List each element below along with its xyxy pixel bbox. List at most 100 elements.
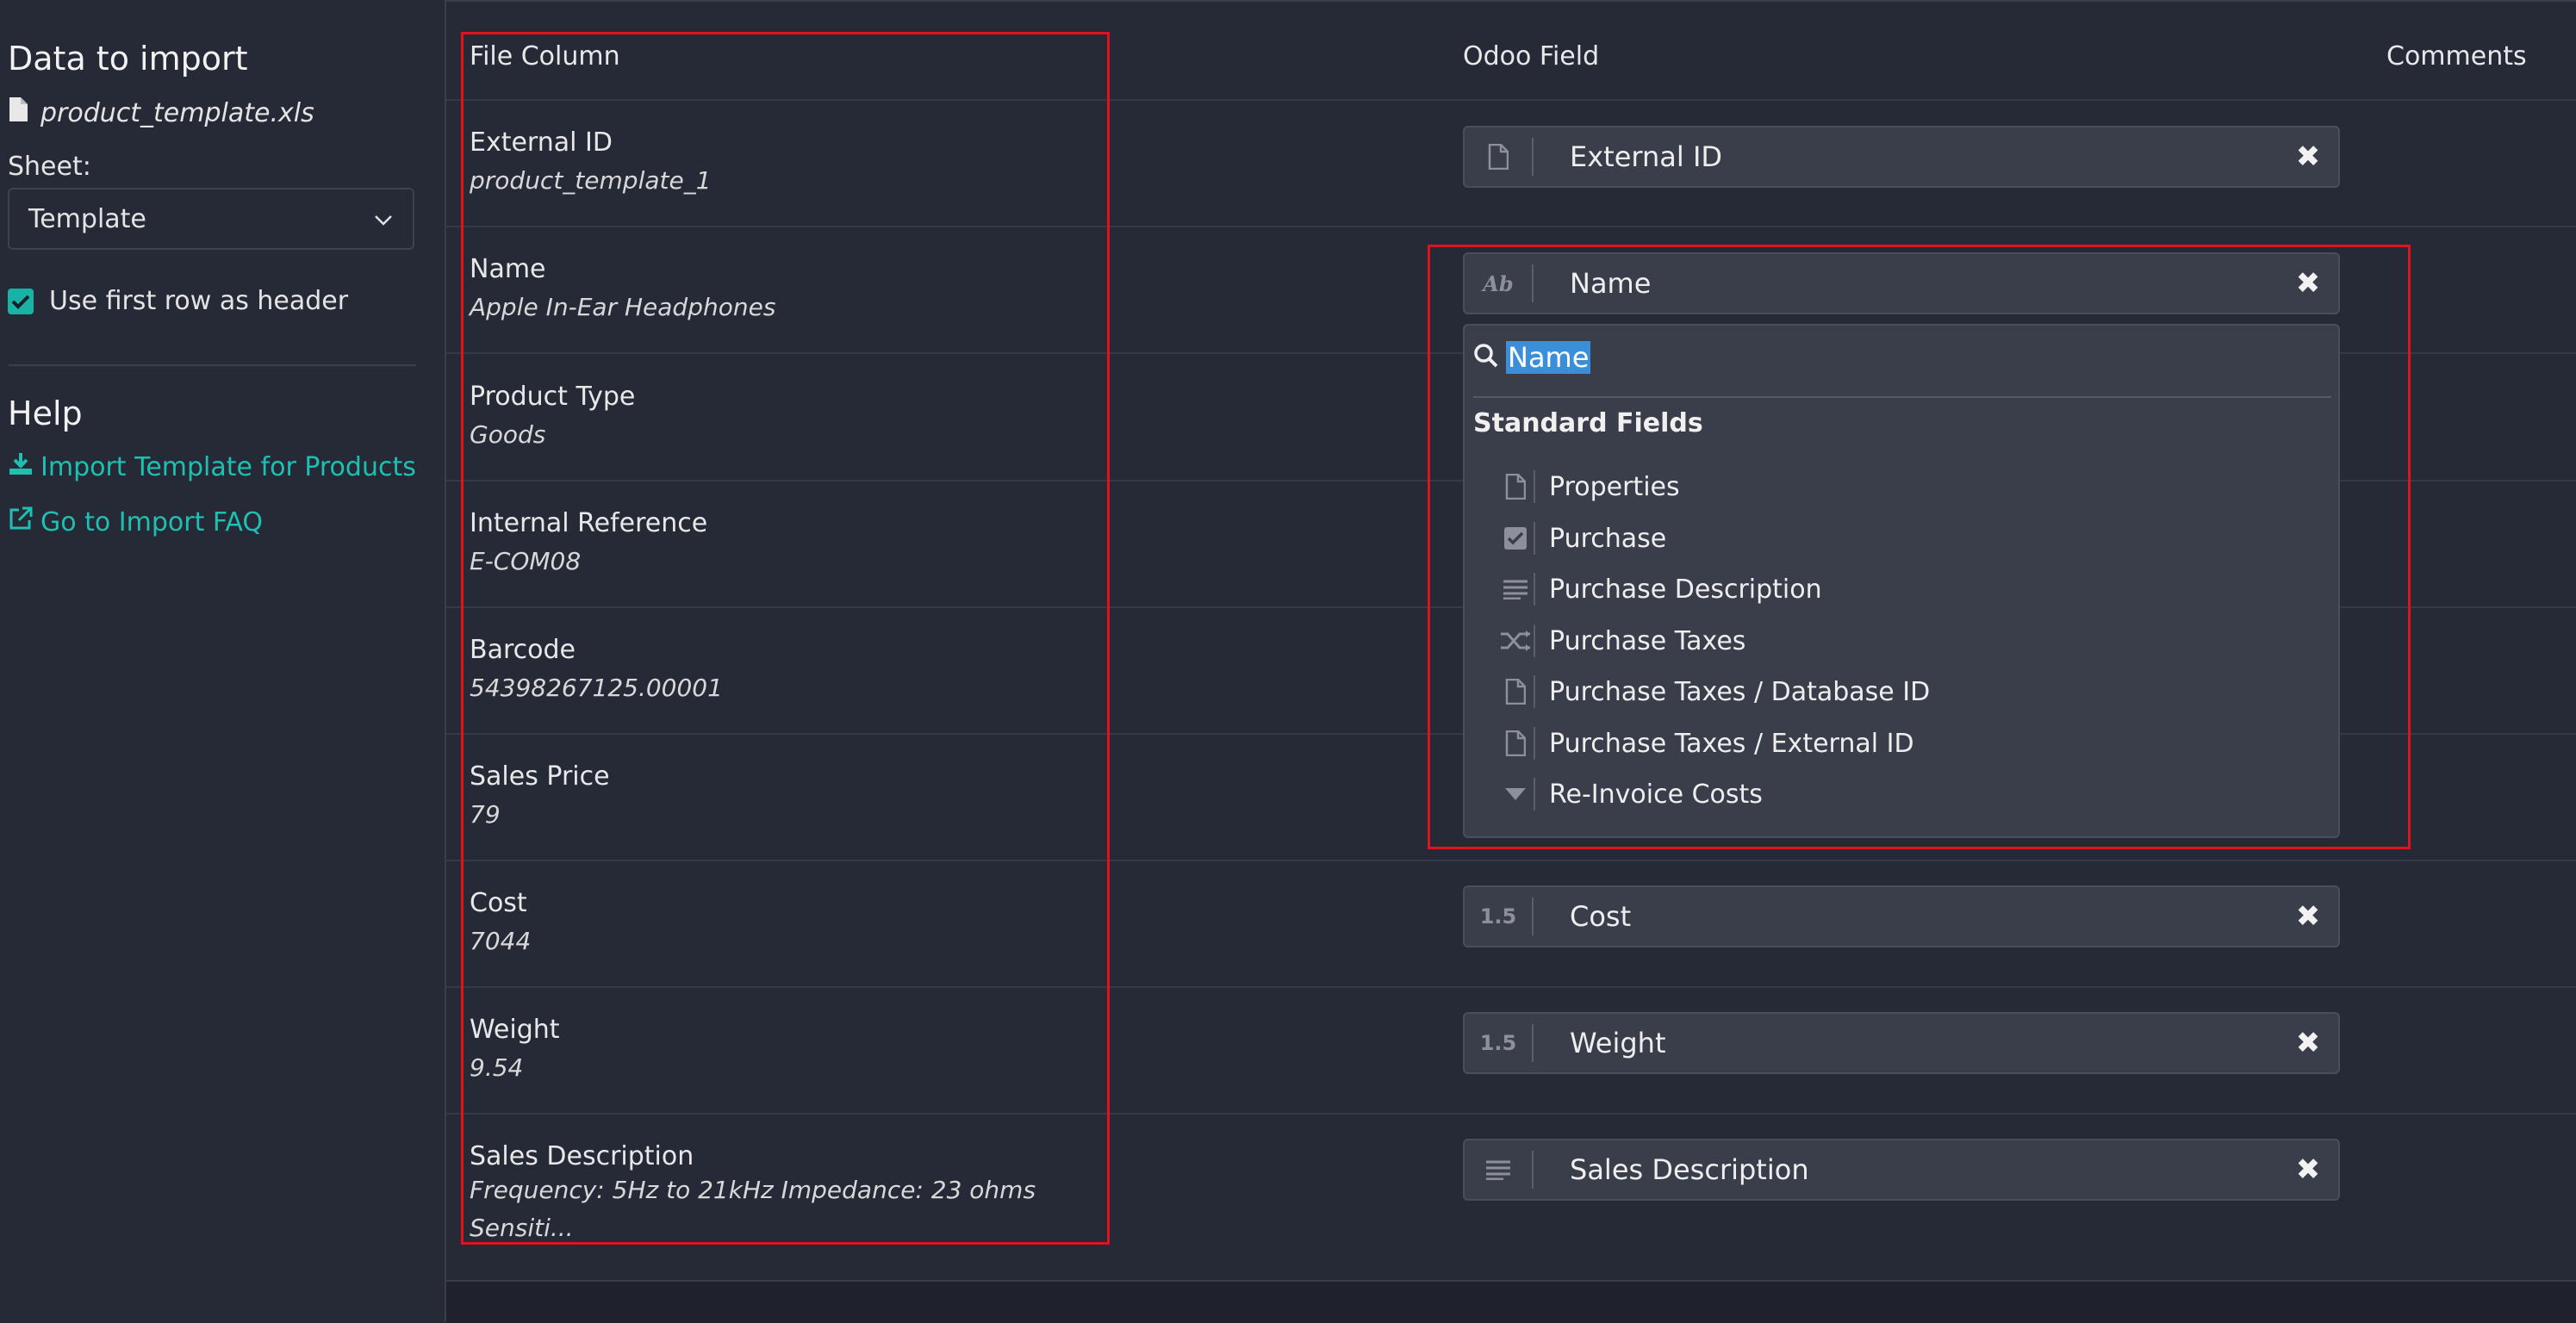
- file-column-sample: Apple In-Ear Headphones: [470, 293, 776, 321]
- file-icon: [1465, 138, 1534, 176]
- sheet-select[interactable]: Template: [8, 188, 414, 250]
- sheet-label: Sheet:: [8, 152, 91, 182]
- dropdown-item-purchase-description[interactable]: Purchase Description: [1497, 568, 1822, 611]
- dropdown-item-purchase-taxes-database-id[interactable]: Purchase Taxes / Database ID: [1497, 670, 1930, 713]
- header-comments: Comments: [2386, 41, 2527, 71]
- file-column-sample: 54398267125.00001: [470, 674, 723, 702]
- file-column-label: Barcode: [470, 635, 576, 665]
- odoo-field-value: External ID: [1570, 140, 1723, 173]
- table-row: Weight 9.54: [470, 1015, 560, 1082]
- dropdown-item-label: Purchase Taxes / Database ID: [1549, 676, 1931, 707]
- odoo-field-value: Sales Description: [1570, 1153, 1809, 1186]
- import-template-link[interactable]: Import Template for Products: [8, 451, 416, 482]
- help-title: Help: [8, 394, 83, 432]
- row-divider: [446, 860, 2576, 861]
- file-icon: [1497, 675, 1535, 708]
- row-divider: [446, 226, 2576, 227]
- dropdown-item-properties[interactable]: Properties: [1497, 465, 1680, 508]
- clear-field-icon[interactable]: ✖: [2278, 899, 2338, 934]
- file-column-label: Cost: [470, 888, 527, 918]
- table-row: Sales Price 79: [470, 761, 610, 829]
- file-column-label: Weight: [470, 1015, 560, 1045]
- bottom-strip: [446, 1280, 2576, 1323]
- sheet-select-value: Template: [28, 203, 146, 234]
- table-row: Sales Description Frequency: 5Hz to 21kH…: [470, 1141, 1090, 1247]
- text-lines-icon: [1465, 1151, 1534, 1189]
- odoo-field-select[interactable]: Ab Name ✖: [1463, 252, 2340, 314]
- odoo-field-select[interactable]: External ID ✖: [1463, 126, 2340, 188]
- table-row: Product Type Goods: [470, 382, 635, 449]
- dropdown-item-purchase-taxes[interactable]: Purchase Taxes: [1497, 619, 1745, 662]
- row-divider: [446, 986, 2576, 988]
- dropdown-item-label: Re-Invoice Costs: [1549, 779, 1763, 810]
- table-row: Cost 7044: [470, 888, 531, 955]
- text-lines-icon: [1497, 573, 1535, 606]
- file-icon: [1497, 727, 1535, 760]
- odoo-field-select[interactable]: 1.5 Cost ✖: [1463, 885, 2340, 947]
- file-icon: [1497, 470, 1535, 503]
- header-checkbox[interactable]: [8, 288, 34, 314]
- file-column-sample: E-COM08: [470, 547, 582, 575]
- caret-down-icon: [1497, 778, 1535, 811]
- import-faq-link[interactable]: Go to Import FAQ: [8, 506, 263, 538]
- dropdown-search[interactable]: Name: [1473, 341, 1591, 374]
- header-checkbox-label: Use first row as header: [49, 286, 349, 316]
- sidebar-divider: [8, 364, 416, 366]
- clear-field-icon[interactable]: ✖: [2278, 1152, 2338, 1187]
- clear-field-icon[interactable]: ✖: [2278, 1026, 2338, 1060]
- table-row: Name Apple In-Ear Headphones: [470, 254, 775, 321]
- odoo-field-value: Name: [1570, 267, 1652, 300]
- dropdown-item-label: Purchase Taxes: [1549, 625, 1746, 656]
- file-column-label: Sales Description: [470, 1141, 694, 1171]
- row-divider: [446, 1113, 2576, 1115]
- file-column-label: Name: [470, 254, 546, 284]
- file-column-sample: Goods: [470, 420, 546, 449]
- dropdown-item-purchase-taxes-external-id[interactable]: Purchase Taxes / External ID: [1497, 722, 1914, 765]
- header-odoo-field: Odoo Field: [1463, 41, 1600, 71]
- file-column-sample: Frequency: 5Hz to 21kHz Impedance: 23 oh…: [470, 1176, 1036, 1242]
- dropdown-item-label: Properties: [1549, 471, 1680, 502]
- table-row: Barcode 54398267125.00001: [470, 635, 723, 702]
- dropdown-item-label: Purchase Taxes / External ID: [1549, 728, 1914, 759]
- odoo-field-select[interactable]: 1.5 Weight ✖: [1463, 1012, 2340, 1074]
- dropdown-item-label: Purchase Description: [1549, 574, 1822, 605]
- file-name: product_template.xls: [40, 97, 314, 128]
- first-row-header-option[interactable]: Use first row as header: [8, 286, 348, 316]
- clear-field-icon[interactable]: ✖: [2278, 266, 2338, 301]
- float-icon: 1.5: [1465, 898, 1534, 935]
- external-link-icon: [8, 506, 34, 538]
- sidebar: Data to import product_template.xls Shee…: [0, 0, 446, 1321]
- dropdown-item-re-invoice-costs[interactable]: Re-Invoice Costs: [1497, 773, 1763, 816]
- download-icon: [8, 451, 34, 482]
- file-name-row: product_template.xls: [8, 96, 314, 129]
- field-dropdown: Name Standard Fields Properties Purchase…: [1463, 324, 2340, 838]
- dropdown-item-label: Purchase: [1549, 523, 1667, 554]
- text-ab-icon: Ab: [1465, 264, 1534, 302]
- dropdown-item-purchase[interactable]: Purchase: [1497, 517, 1666, 560]
- odoo-field-value: Cost: [1570, 900, 1632, 933]
- dropdown-separator: [1473, 396, 2331, 398]
- header-file-column: File Column: [470, 41, 620, 71]
- import-faq-link-label: Go to Import FAQ: [40, 506, 264, 537]
- chevron-down-icon: [373, 204, 394, 234]
- file-column-label: Product Type: [470, 382, 636, 412]
- table-row: External ID product_template_1: [470, 127, 712, 195]
- checkbox-icon: [1497, 522, 1535, 555]
- file-column-sample: 9.54: [470, 1053, 524, 1082]
- table-row: Internal Reference E-COM08: [470, 508, 707, 575]
- file-icon: [8, 96, 28, 129]
- file-column-label: External ID: [470, 127, 613, 158]
- clear-field-icon[interactable]: ✖: [2278, 140, 2338, 174]
- file-column-label: Internal Reference: [470, 508, 708, 538]
- odoo-field-select[interactable]: Sales Description ✖: [1463, 1139, 2340, 1201]
- dropdown-group-title: Standard Fields: [1473, 408, 1703, 438]
- row-divider: [446, 99, 2576, 101]
- dropdown-search-input[interactable]: Name: [1506, 341, 1591, 374]
- data-to-import-title: Data to import: [8, 40, 248, 78]
- file-column-label: Sales Price: [470, 761, 610, 792]
- float-icon: 1.5: [1465, 1024, 1534, 1062]
- import-template-link-label: Import Template for Products: [40, 451, 416, 482]
- file-column-sample: product_template_1: [470, 166, 712, 195]
- search-icon: [1473, 343, 1499, 372]
- file-column-sample: 79: [470, 800, 501, 829]
